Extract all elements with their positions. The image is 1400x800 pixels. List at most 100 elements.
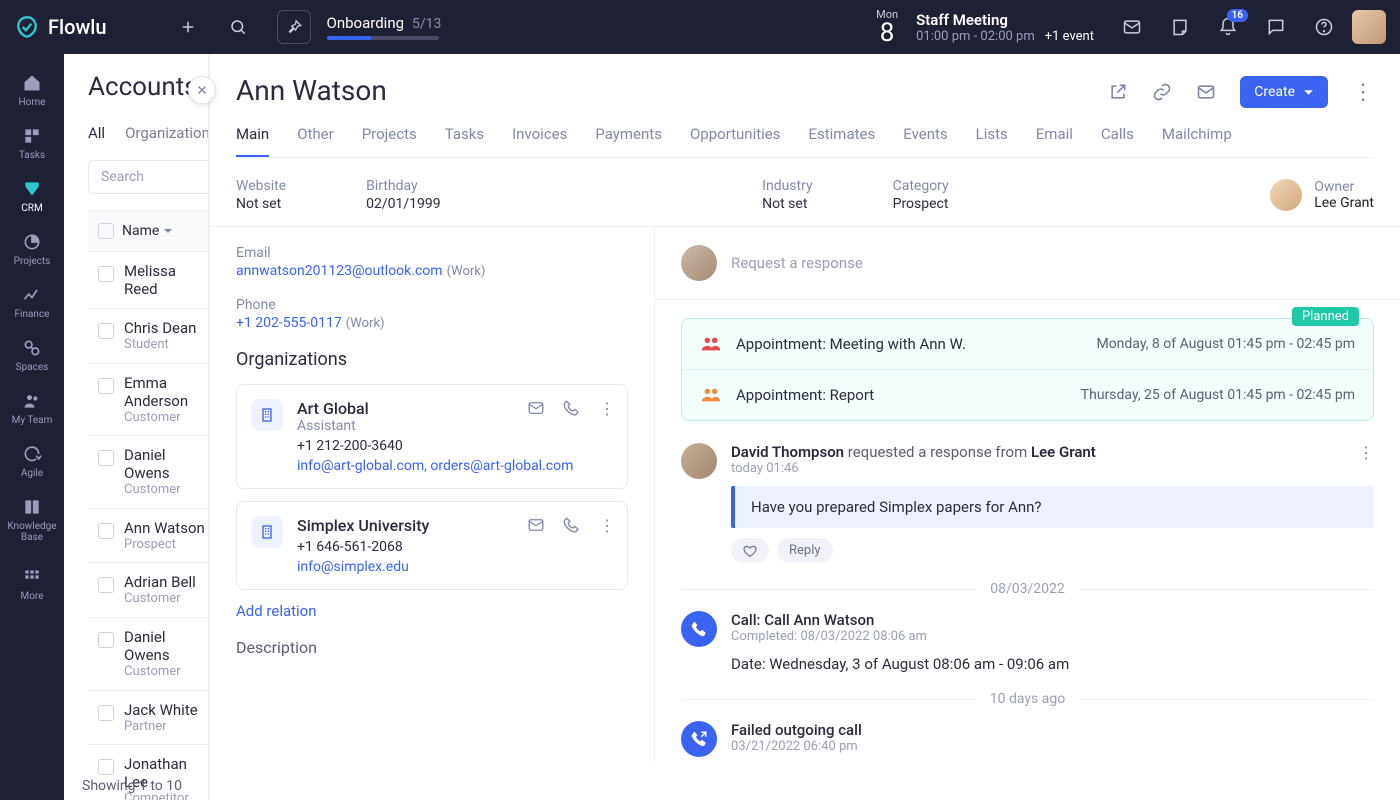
planned-row[interactable]: Appointment: ReportThursday, 25 of Augus… (682, 370, 1373, 420)
nav-label: Agile (21, 468, 43, 479)
account-row[interactable]: Ann WatsonProspect (88, 509, 208, 564)
account-row[interactable]: Jack WhitePartner (88, 691, 208, 746)
accounts-tab-all[interactable]: All (88, 124, 105, 142)
phone-icon[interactable] (563, 516, 581, 535)
account-row[interactable]: Daniel OwensCustomer (88, 436, 208, 509)
checkbox-all[interactable] (98, 223, 114, 239)
bell-icon[interactable]: 16 (1218, 17, 1238, 37)
nav-projects[interactable]: Projects (0, 223, 64, 276)
nav-spaces[interactable]: Spaces (0, 329, 64, 382)
org-card[interactable]: Art GlobalAssistant+1 212-200-3640info@a… (236, 384, 628, 489)
create-button[interactable]: Create (1240, 76, 1328, 108)
feed-more-icon[interactable]: ⋮ (1358, 443, 1374, 462)
checkbox[interactable] (98, 705, 114, 721)
checkbox[interactable] (98, 632, 114, 648)
add-relation-link[interactable]: Add relation (236, 602, 628, 620)
nav-crm[interactable]: CRM (0, 170, 64, 223)
account-row[interactable]: Chris DeanStudent (88, 309, 208, 364)
feed-failed-call[interactable]: Failed outgoing call03/21/2022 06:40 pm (681, 721, 1374, 757)
event-block[interactable]: Staff Meeting 01:00 pm - 02:00 pm+1 even… (916, 11, 1094, 44)
tab-estimates[interactable]: Estimates (808, 125, 875, 157)
more-icon[interactable]: ⋮ (599, 399, 615, 418)
more-icon[interactable]: ⋮ (599, 516, 615, 535)
link-icon[interactable] (1152, 82, 1172, 102)
nav-label: My Team (12, 415, 53, 426)
nav-kb[interactable]: Knowledge Base (0, 488, 64, 552)
note-icon[interactable] (1170, 17, 1190, 37)
email-icon[interactable] (1196, 82, 1216, 102)
reply-button[interactable]: Reply (777, 538, 833, 563)
checkbox[interactable] (98, 378, 114, 394)
owner-value[interactable]: Lee Grant (1314, 195, 1374, 211)
nav-myteam[interactable]: My Team (0, 382, 64, 435)
search-icon[interactable] (227, 16, 249, 38)
feed-call[interactable]: Call: Call Ann WatsonCompleted: 08/03/20… (681, 611, 1374, 647)
nav-finance[interactable]: Finance (0, 276, 64, 329)
add-icon[interactable] (177, 16, 199, 38)
tab-other[interactable]: Other (297, 125, 334, 157)
nav-tasks[interactable]: Tasks (0, 117, 64, 170)
phone-label: Phone (236, 297, 628, 313)
phone-value[interactable]: +1 202-555-0117 (236, 315, 342, 331)
checkbox[interactable] (98, 523, 114, 539)
org-card[interactable]: Simplex University+1 646-561-2068info@si… (236, 501, 628, 590)
account-row[interactable]: Emma AndersonCustomer (88, 364, 208, 437)
tab-mailchimp[interactable]: Mailchimp (1162, 125, 1232, 157)
onboarding-widget[interactable]: Onboarding5/13 (327, 14, 442, 40)
close-panel-button[interactable] (188, 76, 216, 104)
industry-value[interactable]: Not set (762, 196, 812, 212)
checkbox[interactable] (98, 577, 114, 593)
contact-column: Emailannwatson201123@outlook.com(Work) P… (210, 227, 655, 763)
tab-lists[interactable]: Lists (976, 125, 1008, 157)
email-value[interactable]: annwatson201123@outlook.com (236, 263, 443, 279)
nav-home[interactable]: Home (0, 64, 64, 117)
checkbox[interactable] (98, 450, 114, 466)
date-block[interactable]: Mon 8 (876, 9, 898, 46)
checkbox[interactable] (98, 323, 114, 339)
accounts-search[interactable]: Search (88, 160, 209, 194)
checkbox[interactable] (98, 266, 114, 282)
mail-icon[interactable] (527, 516, 545, 535)
accounts-tab-org[interactable]: Organizations (125, 124, 209, 142)
tab-opportunities[interactable]: Opportunities (690, 125, 781, 157)
category-value[interactable]: Prospect (893, 196, 949, 212)
tab-calls[interactable]: Calls (1101, 125, 1134, 157)
user-avatar[interactable] (681, 443, 717, 479)
more-menu-icon[interactable]: ⋮ (1352, 80, 1374, 105)
date-divider: 10 days ago (681, 691, 1374, 707)
tab-email[interactable]: Email (1036, 125, 1073, 157)
website-value[interactable]: Not set (236, 196, 286, 212)
phone-icon[interactable] (563, 399, 581, 418)
planned-row[interactable]: Appointment: Meeting with Ann W.Monday, … (682, 319, 1373, 370)
account-row[interactable]: Adrian BellCustomer (88, 563, 208, 618)
open-external-icon[interactable] (1108, 82, 1128, 102)
tab-events[interactable]: Events (903, 125, 947, 157)
owner-avatar[interactable] (1270, 179, 1302, 211)
mail-icon[interactable] (1122, 17, 1142, 37)
people-icon (700, 335, 722, 353)
chat-icon[interactable] (1266, 17, 1286, 37)
pin-icon[interactable] (277, 10, 311, 44)
tab-payments[interactable]: Payments (595, 125, 662, 157)
tab-tasks[interactable]: Tasks (445, 125, 484, 157)
logo[interactable]: Flowlu (14, 14, 107, 40)
tab-invoices[interactable]: Invoices (512, 125, 567, 157)
industry-label: Industry (762, 178, 812, 194)
user-avatar[interactable] (1352, 10, 1386, 44)
info-grid: WebsiteNot set Birthday02/01/1999 Indust… (210, 158, 1400, 227)
tab-main[interactable]: Main (236, 125, 269, 157)
account-row[interactable]: Melissa Reed (88, 252, 208, 309)
nav-label: Spaces (16, 362, 49, 373)
help-icon[interactable] (1314, 17, 1334, 37)
accounts-head-label[interactable]: Name (122, 223, 159, 239)
birthday-value[interactable]: 02/01/1999 (366, 196, 441, 212)
feed-item: David Thompson requested a response from… (681, 443, 1374, 563)
nav-agile[interactable]: Agile (0, 435, 64, 488)
planned-badge: Planned (1292, 307, 1359, 326)
nav-more[interactable]: More (0, 558, 64, 611)
account-row[interactable]: Daniel OwensCustomer (88, 618, 208, 691)
request-row[interactable]: Request a response (655, 245, 1400, 300)
tab-projects[interactable]: Projects (362, 125, 417, 157)
like-button[interactable] (731, 538, 769, 563)
mail-icon[interactable] (527, 399, 545, 418)
